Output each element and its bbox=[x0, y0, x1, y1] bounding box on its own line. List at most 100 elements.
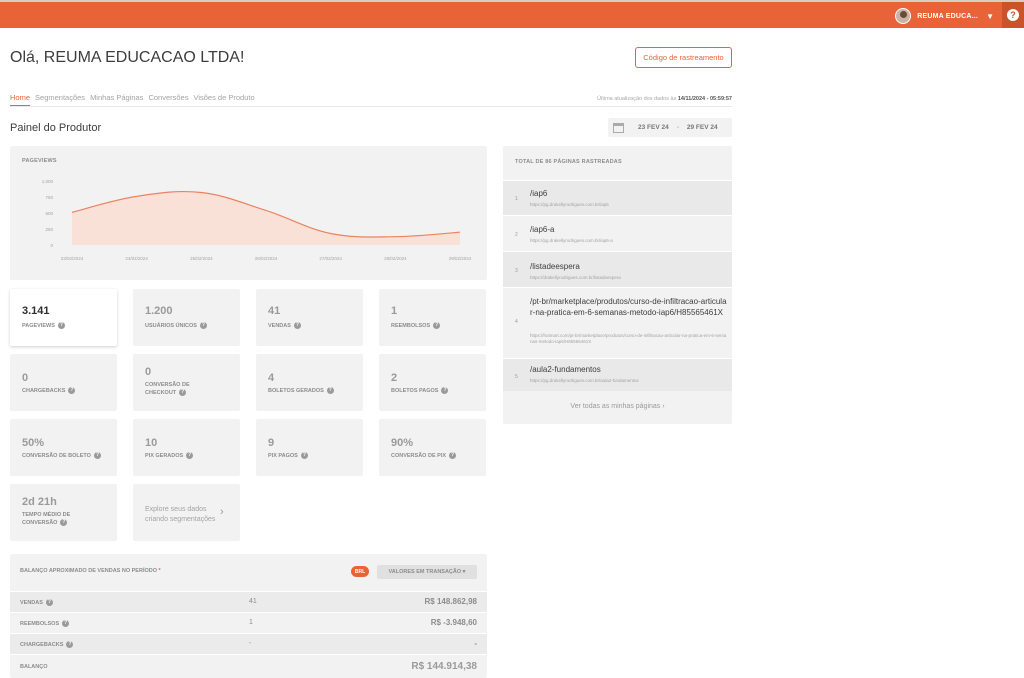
avatar[interactable] bbox=[895, 8, 912, 24]
user-menu[interactable]: REUMA EDUCA... ▼ bbox=[895, 6, 994, 26]
metric-boletos-gerados[interactable]: 4 BOLETOS GERADOS? bbox=[256, 354, 363, 411]
metric-vendas[interactable]: 41 VENDAS? bbox=[256, 289, 363, 346]
tab-conversoes[interactable]: Conversões bbox=[148, 93, 188, 106]
help-icon[interactable]: ? bbox=[93, 452, 101, 460]
metric-label-text: REEMBOLSOS bbox=[391, 323, 431, 329]
metric-tempo-medio-conversao[interactable]: 2d 21h TEMPO MÉDIO DE CONVERSÃO? bbox=[10, 484, 117, 541]
metric-value: 0 bbox=[145, 366, 152, 378]
x-tick-label: 24/02/2024 bbox=[125, 256, 148, 261]
see-all-label[interactable]: Ver todas as minhas páginas bbox=[570, 403, 660, 410]
page-path[interactable]: /iap6-a bbox=[530, 224, 728, 235]
help-icon[interactable]: ? bbox=[199, 322, 207, 330]
calendar-icon[interactable] bbox=[613, 122, 624, 133]
help-icon[interactable]: ? bbox=[449, 452, 457, 460]
pageviews-chart: 1,000 750 500 250 0 23/02/2024 24/02/2024 25/02… bbox=[42, 179, 472, 261]
currency-badge[interactable]: BRL bbox=[351, 566, 369, 577]
metric-label-text: PIX GERADOS bbox=[145, 453, 184, 459]
help-icon[interactable]: ? bbox=[293, 322, 301, 330]
help-icon[interactable]: ? bbox=[441, 387, 449, 395]
page-path[interactable]: /pt-br/marketplace/produtos/curso-de-inf… bbox=[530, 296, 728, 318]
metric-label-text: PIX PAGOS bbox=[268, 453, 298, 459]
page-path[interactable]: /aula2-fundamentos bbox=[530, 364, 728, 375]
metric-label: BOLETOS PAGOS? bbox=[391, 387, 449, 395]
metric-value: 2d 21h bbox=[22, 496, 57, 508]
balance-row-vendas: VENDAS? 41 R$ 148.862,98 bbox=[10, 591, 487, 612]
metric-conversao-pix[interactable]: 90% CONVERSÃO DE PIX? bbox=[379, 419, 486, 476]
help-icon[interactable]: ? bbox=[179, 389, 187, 397]
metric-usuarios-unicos[interactable]: 1.200 USUÁRIOS ÚNICOS? bbox=[133, 289, 240, 346]
metric-value: 90% bbox=[391, 437, 414, 449]
tab-segmentacoes[interactable]: Segmentações bbox=[35, 93, 85, 106]
page-row[interactable]: 3 /listadeespera https://drakellyrodrigu… bbox=[503, 251, 732, 287]
page-row[interactable]: 4 /pt-br/marketplace/produtos/curso-de-i… bbox=[503, 287, 732, 358]
explore-line2[interactable]: criando segmentações bbox=[145, 516, 215, 523]
metric-conversao-boleto[interactable]: 50% CONVERSÃO DE BOLETO? bbox=[10, 419, 117, 476]
metric-chargebacks[interactable]: 0 CHARGEBACKS? bbox=[10, 354, 117, 411]
metric-value: 4 bbox=[268, 372, 275, 384]
help-icon[interactable]: ? bbox=[186, 452, 194, 460]
balance-label-text: CHARGEBACKS bbox=[20, 641, 64, 648]
y-tick-label: 1,000 bbox=[42, 179, 54, 184]
metric-boletos-pagos[interactable]: 2 BOLETOS PAGOS? bbox=[379, 354, 486, 411]
help-icon[interactable]: ? bbox=[66, 641, 74, 648]
help-icon[interactable]: ? bbox=[60, 519, 68, 527]
chevron-right-icon[interactable]: › bbox=[220, 506, 224, 518]
page-url: https://pg.drakellyrodrigues.com.br/iap6… bbox=[530, 238, 613, 243]
page-rank: 2 bbox=[515, 232, 518, 238]
help-icon[interactable]: ? bbox=[45, 599, 53, 606]
metric-label-text: BOLETOS PAGOS bbox=[391, 388, 439, 394]
page-row[interactable]: 1 /iap6 https://pg.drakellyrodrigues.com… bbox=[503, 180, 732, 215]
metric-value: 41 bbox=[268, 305, 281, 317]
help-icon[interactable]: ? bbox=[433, 322, 441, 330]
explore-line1[interactable]: Explore seus dados bbox=[145, 506, 206, 513]
date-end[interactable]: 29 FEV 24 bbox=[687, 124, 718, 131]
balance-label: VENDAS? bbox=[20, 599, 53, 606]
y-tick-label: 0 bbox=[50, 243, 53, 248]
metric-pageviews[interactable]: 3.141 PAGEVIEWS? bbox=[10, 289, 117, 346]
tab-home[interactable]: Home bbox=[10, 93, 31, 106]
see-all-pages-link[interactable]: Ver todas as minhas páginas › bbox=[503, 403, 732, 410]
balance-label-text: VENDAS bbox=[20, 599, 43, 606]
last-update-value: 14/11/2024 - 05:59:57 bbox=[677, 96, 732, 102]
tab-visoes-de-produto[interactable]: Visões de Produto bbox=[193, 93, 254, 106]
page-row[interactable]: 5 /aula2-fundamentos https://pg.drakelly… bbox=[503, 358, 732, 391]
help-icon[interactable]: ? bbox=[300, 452, 308, 460]
x-tick-label: 23/02/2024 bbox=[61, 256, 84, 261]
date-range-picker[interactable]: 23 FEV 24 - 29 FEV 24 bbox=[608, 118, 732, 137]
page-rank: 4 bbox=[515, 319, 518, 325]
help-icon[interactable]: ? bbox=[1007, 9, 1019, 21]
page-url: https://pg.drakellyrodrigues.com.br/aula… bbox=[530, 378, 639, 383]
metric-pix-gerados[interactable]: 10 PIX GERADOS? bbox=[133, 419, 240, 476]
page-row[interactable]: 2 /iap6-a https://pg.drakellyrodrigues.c… bbox=[503, 215, 732, 251]
tracking-code-button[interactable]: Código de rastreamento bbox=[635, 47, 732, 68]
tab-minhas-paginas[interactable]: Minhas Páginas bbox=[90, 93, 143, 106]
metric-label: CONVERSÃO DE PIX? bbox=[391, 452, 457, 460]
help-icon[interactable]: ? bbox=[57, 322, 65, 330]
metric-label-text: CONVERSÃO DE PIX bbox=[391, 453, 447, 459]
page-path[interactable]: /listadeespera bbox=[530, 261, 728, 272]
date-start[interactable]: 23 FEV 24 bbox=[638, 124, 669, 131]
metric-reembolsos[interactable]: 1 REEMBOLSOS? bbox=[379, 289, 486, 346]
metric-pix-pagos[interactable]: 9 PIX PAGOS? bbox=[256, 419, 363, 476]
user-name[interactable]: REUMA EDUCA... bbox=[917, 13, 978, 20]
chevron-right-icon[interactable]: › bbox=[662, 403, 664, 410]
metric-conversao-checkout[interactable]: 0 CONVERSÃO DE CHECKOUT? bbox=[133, 354, 240, 411]
help-icon[interactable]: ? bbox=[68, 387, 76, 395]
page-path[interactable]: /iap6 bbox=[530, 188, 728, 199]
tabs-divider bbox=[10, 106, 732, 107]
help-icon[interactable]: ? bbox=[326, 387, 334, 395]
values-dropdown[interactable]: VALORES EM TRANSAÇÃO ▾ bbox=[377, 565, 477, 579]
chevron-down-icon[interactable]: ▼ bbox=[986, 12, 994, 21]
metric-value: 50% bbox=[22, 437, 45, 449]
metric-label: TEMPO MÉDIO DE CONVERSÃO? bbox=[22, 511, 70, 527]
tab-bar: Home Segmentações Minhas Páginas Convers… bbox=[10, 93, 260, 106]
x-tick-label: 29/02/2024 bbox=[449, 256, 472, 261]
metric-label-text: PAGEVIEWS bbox=[22, 323, 55, 329]
explore-text[interactable]: Explore seus dados criando segmentações bbox=[145, 505, 215, 525]
help-icon[interactable]: ? bbox=[62, 620, 70, 627]
metric-value: 1.200 bbox=[145, 305, 173, 317]
last-update: Última atualização dos dados às 14/11/20… bbox=[597, 96, 732, 102]
page-url: https://hotmart.com/pt-br/marketplace/pr… bbox=[530, 333, 727, 344]
metric-label-line2: CONVERSÃO bbox=[22, 520, 58, 526]
help-button[interactable]: ? bbox=[1002, 2, 1024, 28]
